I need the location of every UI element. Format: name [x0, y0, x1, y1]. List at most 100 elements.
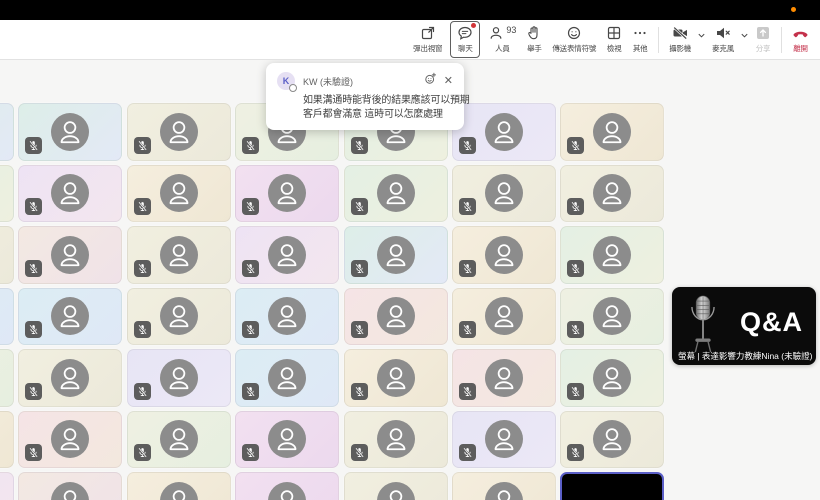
- participant-tile[interactable]: [18, 288, 122, 346]
- participant-tile[interactable]: [0, 103, 14, 161]
- participant-tile[interactable]: [127, 226, 231, 284]
- mic-off-badge: [567, 321, 584, 338]
- participant-tile[interactable]: [235, 165, 339, 223]
- participant-tile[interactable]: [452, 411, 556, 469]
- participant-tile[interactable]: [560, 165, 664, 223]
- participant-tile[interactable]: [344, 472, 448, 500]
- participant-tile[interactable]: [127, 349, 231, 407]
- participant-tile[interactable]: [127, 103, 231, 161]
- mic-off-badge: [567, 198, 584, 215]
- avatar-icon: [485, 174, 523, 212]
- view-button[interactable]: 檢視: [601, 23, 627, 56]
- people-label: 人員: [495, 43, 510, 54]
- people-button[interactable]: 93 人員: [483, 23, 521, 56]
- participant-tile[interactable]: [127, 411, 231, 469]
- chat-notification-popup[interactable]: K KW (未驗證) ✕ 如果溝通時能背後的結果應該可以預期: [266, 63, 464, 130]
- camera-label: 攝影機: [669, 43, 691, 54]
- camera-off-icon: [672, 25, 689, 41]
- avatar-icon: [485, 236, 523, 274]
- avatar-icon: [593, 359, 631, 397]
- participant-tile[interactable]: [344, 165, 448, 223]
- participant-tile[interactable]: [452, 472, 556, 500]
- participant-tile[interactable]: [0, 411, 14, 469]
- participant-tile[interactable]: [344, 349, 448, 407]
- participant-tile[interactable]: [0, 165, 14, 223]
- avatar-icon: [160, 482, 198, 500]
- avatar-icon: [593, 236, 631, 274]
- popup-close-button[interactable]: ✕: [444, 76, 453, 87]
- mic-dropdown-chevron[interactable]: [739, 31, 750, 40]
- avatar-icon: [51, 297, 89, 335]
- mic-off-badge: [459, 198, 476, 215]
- mic-off-badge: [459, 260, 476, 277]
- reactions-button[interactable]: 傳送表情符號: [547, 23, 601, 56]
- participant-tile[interactable]: [452, 288, 556, 346]
- mic-off-badge: [567, 137, 584, 154]
- participant-tile[interactable]: [18, 411, 122, 469]
- participant-tile[interactable]: [127, 288, 231, 346]
- participant-tile[interactable]: [127, 472, 231, 500]
- popup-reaction-button[interactable]: [424, 72, 437, 90]
- participant-tile[interactable]: [344, 411, 448, 469]
- popout-button[interactable]: 彈出視窗: [408, 23, 447, 56]
- active-speaker-tile[interactable]: [560, 472, 664, 500]
- mic-off-badge: [351, 321, 368, 338]
- participant-tile[interactable]: [452, 165, 556, 223]
- leave-label: 離開: [793, 43, 808, 54]
- participant-tile[interactable]: [344, 226, 448, 284]
- participant-tile[interactable]: [0, 288, 14, 346]
- view-label: 檢視: [607, 43, 622, 54]
- chat-button[interactable]: 聊天: [450, 21, 480, 58]
- mic-off-badge: [351, 260, 368, 277]
- avatar-icon: [377, 297, 415, 335]
- mic-off-badge: [242, 260, 259, 277]
- participant-tile[interactable]: [18, 226, 122, 284]
- participant-tile[interactable]: [560, 411, 664, 469]
- participant-tile[interactable]: [560, 226, 664, 284]
- leave-button[interactable]: 離開: [787, 23, 814, 56]
- participant-tile[interactable]: [560, 349, 664, 407]
- more-button[interactable]: 其他: [627, 23, 653, 56]
- participant-tile[interactable]: [235, 472, 339, 500]
- participant-tile[interactable]: [452, 349, 556, 407]
- participant-tile[interactable]: [0, 472, 14, 500]
- participant-tile[interactable]: [18, 472, 122, 500]
- participant-tile[interactable]: [18, 349, 122, 407]
- avatar-icon: [160, 359, 198, 397]
- participant-tile[interactable]: [560, 103, 664, 161]
- gallery-view-icon: [606, 25, 622, 41]
- participant-tile[interactable]: [235, 349, 339, 407]
- participant-tile[interactable]: [344, 288, 448, 346]
- mic-off-badge: [242, 444, 259, 461]
- avatar-icon: [51, 236, 89, 274]
- participant-tile[interactable]: [452, 226, 556, 284]
- raise-hand-icon: [526, 25, 542, 41]
- camera-dropdown-chevron[interactable]: [696, 31, 707, 40]
- mic-off-badge: [242, 198, 259, 215]
- chat-icon: [457, 25, 473, 41]
- avatar-icon: [160, 297, 198, 335]
- mic-off-badge: [242, 321, 259, 338]
- mic-button[interactable]: 麥克風: [707, 23, 739, 56]
- participant-tile[interactable]: [235, 226, 339, 284]
- mic-off-badge: [351, 198, 368, 215]
- participant-tile[interactable]: [0, 349, 14, 407]
- participant-tile[interactable]: [560, 288, 664, 346]
- participant-tile[interactable]: [452, 103, 556, 161]
- mic-off-badge: [25, 321, 42, 338]
- participant-tile[interactable]: [235, 288, 339, 346]
- participant-tile[interactable]: [0, 226, 14, 284]
- raise-hand-button[interactable]: 舉手: [521, 23, 547, 56]
- participant-tile[interactable]: [235, 411, 339, 469]
- mic-off-badge: [134, 260, 151, 277]
- participant-tile[interactable]: [18, 103, 122, 161]
- mic-off-badge: [567, 444, 584, 461]
- popup-message-line2: 客戶都會滿意 這時可以怎麼處理: [303, 108, 453, 122]
- participant-tile[interactable]: [127, 165, 231, 223]
- avatar-icon: [268, 482, 306, 500]
- popup-sender-name: KW (未驗證): [303, 75, 424, 88]
- screenshare-tile[interactable]: Q&A 螢幕 | 表達影響力教練Nina (未驗證): [672, 287, 816, 365]
- participant-tile[interactable]: [18, 165, 122, 223]
- camera-button[interactable]: 攝影機: [664, 23, 696, 56]
- avatar-icon: [51, 420, 89, 458]
